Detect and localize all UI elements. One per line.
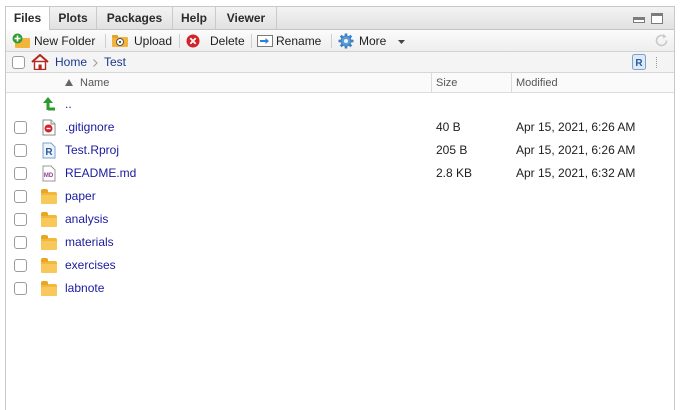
tab-help[interactable]: Help [173,7,216,30]
file-name-link[interactable]: labnote [65,277,104,300]
upload-icon [112,35,128,47]
svg-text:MD: MD [44,173,54,179]
rename-button[interactable]: Rename [257,30,321,52]
row-checkbox[interactable] [14,259,27,272]
markdown-icon: MD [42,165,56,182]
upload-button[interactable]: Upload [111,30,172,52]
file-modified: Apr 15, 2021, 6:32 AM [516,166,636,180]
tab-viewer[interactable]: Viewer [216,7,277,30]
tab-plots[interactable]: Plots [50,7,97,30]
file-name-link[interactable]: paper [65,185,96,208]
r-project-icon[interactable]: R [632,54,646,70]
folder-icon [41,212,57,227]
column-divider [511,73,512,93]
file-size: 205 B [436,143,468,157]
tab-packages[interactable]: Packages [97,7,173,30]
parent-directory-link[interactable]: .. [65,93,72,116]
more-menu-button[interactable]: More [338,30,405,52]
sort-ascending-icon [65,79,73,86]
svg-text:R: R [635,58,643,69]
row-checkbox[interactable] [14,190,27,203]
toolbar-divider [179,34,180,48]
table-row: exercises [6,254,674,277]
new-folder-button[interactable]: New Folder [12,30,95,52]
toolbar-divider [105,34,106,48]
chevron-right-icon [93,59,98,67]
column-modified[interactable]: Modified [516,73,558,93]
row-checkbox[interactable] [14,213,27,226]
files-pane: Files Plots Packages Help Viewer New Fol… [5,6,675,410]
table-row: R Test.Rproj 205 B Apr 15, 2021, 6:26 AM [6,139,674,162]
column-name[interactable]: Name [80,73,109,93]
gear-icon [338,33,354,49]
row-checkbox[interactable] [14,282,27,295]
up-arrow-icon [43,97,55,111]
folder-icon [41,235,57,250]
folder-icon [41,258,57,273]
file-name-link[interactable]: analysis [65,208,108,231]
table-row: materials [6,231,674,254]
chevron-down-icon [398,40,405,44]
table-row: labnote [6,277,674,300]
upload-label: Upload [134,34,173,48]
file-name-link[interactable]: Test.Rproj [65,139,119,162]
breadcrumb: Home Test R [6,52,674,73]
text-file-icon [42,119,56,136]
rproj-icon: R [42,142,56,159]
minimize-icon[interactable] [633,17,645,23]
table-row: analysis [6,208,674,231]
new-folder-icon [12,33,30,48]
delete-label: Delete [210,34,245,48]
column-size[interactable]: Size [436,73,457,93]
home-icon[interactable] [31,54,49,70]
tab-files[interactable]: Files [6,7,50,31]
folder-icon [41,281,57,296]
toolbar-divider [331,34,332,48]
file-modified: Apr 15, 2021, 6:26 AM [516,120,636,134]
file-name-link[interactable]: .gitignore [65,116,114,139]
maximize-icon[interactable] [651,13,663,24]
file-size: 40 B [436,120,461,134]
file-name-link[interactable]: materials [65,231,114,254]
delete-button[interactable]: Delete [186,30,245,52]
svg-text:R: R [45,147,53,158]
more-options-icon[interactable] [656,57,658,68]
refresh-icon[interactable] [654,33,669,48]
file-name-link[interactable]: README.md [65,162,136,185]
parent-directory-row[interactable]: .. [6,93,674,116]
table-row: MD README.md 2.8 KB Apr 15, 2021, 6:32 A… [6,162,674,185]
select-all-checkbox[interactable] [12,56,25,69]
breadcrumb-home-link[interactable]: Home [55,52,87,73]
tab-bar: Files Plots Packages Help Viewer [6,7,674,31]
row-checkbox[interactable] [14,144,27,157]
table-row: .gitignore 40 B Apr 15, 2021, 6:26 AM [6,116,674,139]
folder-icon [41,189,57,204]
breadcrumb-current[interactable]: Test [104,52,126,73]
files-toolbar: New Folder Upload Delete Rename More [6,30,674,52]
rename-icon [257,35,273,47]
toolbar-divider [251,34,252,48]
column-divider [431,73,432,93]
file-name-link[interactable]: exercises [65,254,116,277]
new-folder-label: New Folder [34,34,96,48]
more-label: More [359,34,387,48]
delete-icon [186,34,200,48]
row-checkbox[interactable] [14,121,27,134]
row-checkbox[interactable] [14,236,27,249]
file-size: 2.8 KB [436,166,473,180]
rename-label: Rename [276,34,322,48]
row-checkbox[interactable] [14,167,27,180]
table-row: paper [6,185,674,208]
file-list-header: Name Size Modified [6,73,674,93]
file-modified: Apr 15, 2021, 6:26 AM [516,143,636,157]
